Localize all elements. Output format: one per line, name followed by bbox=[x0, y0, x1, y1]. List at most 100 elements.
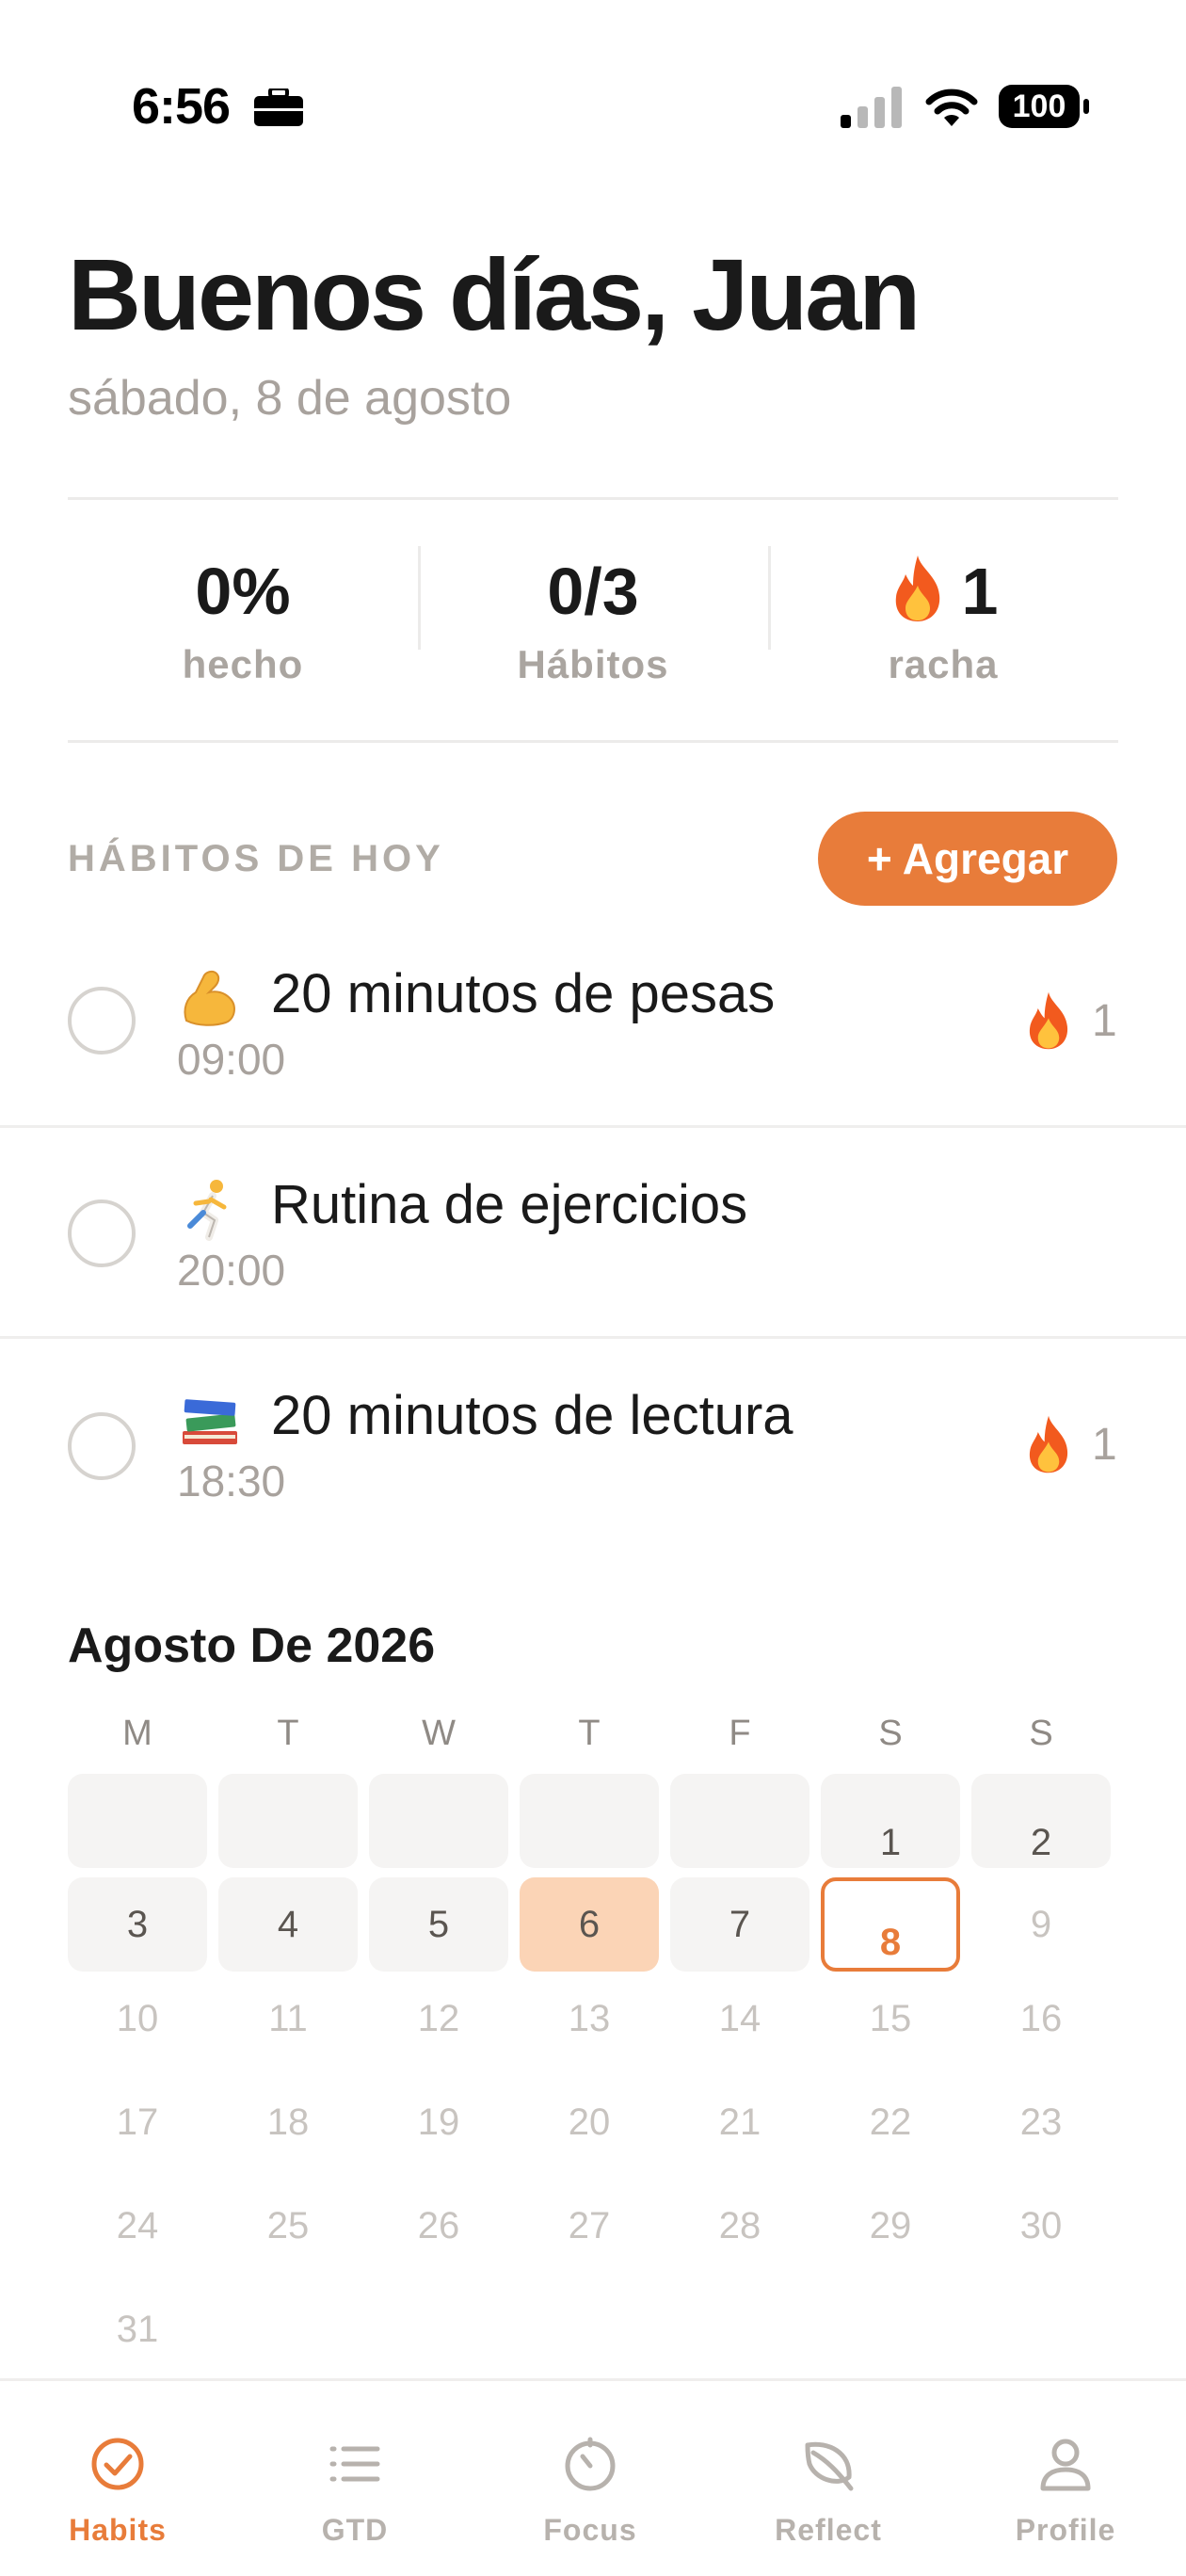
calendar-day[interactable]: 24 bbox=[68, 2179, 207, 2273]
calendar-day[interactable]: 12 bbox=[369, 1972, 508, 2066]
stat-value: 0% bbox=[195, 555, 291, 628]
running-person-icon bbox=[187, 1180, 227, 1241]
tab-bar: Habits GTD Focus Reflect Profile bbox=[0, 2378, 1186, 2576]
stats-summary: 0% hecho 0/3 Hábitos 1 racha bbox=[68, 527, 1118, 697]
calendar-day[interactable]: 1 bbox=[821, 1774, 960, 1868]
habit-streak: 1 bbox=[1022, 990, 1117, 1051]
calendar-day[interactable]: 21 bbox=[670, 2075, 809, 2169]
habit-checkbox[interactable] bbox=[68, 1199, 136, 1267]
calendar-day[interactable]: 30 bbox=[971, 2179, 1111, 2273]
tab-reflect[interactable]: Reflect bbox=[734, 2381, 922, 2551]
habit-time: 09:00 bbox=[177, 1035, 286, 1084]
habit-row[interactable]: 20 minutos de pesas 09:00 1 bbox=[0, 917, 1186, 1128]
date-subtitle: sábado, 8 de agosto bbox=[68, 371, 512, 426]
calendar-day[interactable]: 3 bbox=[68, 1877, 207, 1972]
flame-icon bbox=[895, 555, 939, 621]
weekday-label: F bbox=[729, 1714, 751, 1753]
divider bbox=[68, 497, 1118, 500]
calendar-title: Agosto De 2026 bbox=[68, 1618, 436, 1673]
stat-label: Hábitos bbox=[517, 642, 669, 686]
calendar-day[interactable]: 28 bbox=[670, 2179, 809, 2273]
briefcase-icon bbox=[254, 89, 303, 126]
calendar-day[interactable]: 6 bbox=[520, 1877, 659, 1972]
weekday-label: M bbox=[122, 1714, 152, 1753]
calendar-day[interactable]: 19 bbox=[369, 2075, 508, 2169]
tab-focus[interactable]: Focus bbox=[496, 2381, 684, 2551]
flame-icon bbox=[1029, 1415, 1068, 1473]
status-time: 6:56 bbox=[132, 78, 231, 135]
calendar-day[interactable]: 15 bbox=[821, 1972, 960, 2066]
greeting-title: Buenos días, Juan bbox=[68, 237, 921, 351]
calendar-day[interactable]: 7 bbox=[670, 1877, 809, 1972]
timer-icon bbox=[565, 2437, 616, 2491]
habit-row[interactable]: 20 minutos de lectura 18:30 1 bbox=[0, 1339, 1186, 1550]
calendar-day[interactable]: 11 bbox=[218, 1972, 358, 2066]
stat-value: 0/3 bbox=[547, 555, 639, 628]
calendar-day[interactable]: 4 bbox=[218, 1877, 358, 1972]
calendar-empty-cell bbox=[68, 1774, 207, 1868]
calendar-day[interactable]: 16 bbox=[971, 1972, 1111, 2066]
stat-value: 1 bbox=[768, 554, 1118, 629]
calendar-day[interactable]: 13 bbox=[520, 1972, 659, 2066]
person-icon bbox=[1040, 2439, 1091, 2491]
calendar-day[interactable]: 23 bbox=[971, 2075, 1111, 2169]
calendar-day[interactable]: 18 bbox=[218, 2075, 358, 2169]
weekday-label: S bbox=[1029, 1714, 1053, 1753]
add-habit-button[interactable]: + Agregar bbox=[818, 812, 1117, 906]
calendar-empty-cell bbox=[670, 1774, 809, 1868]
habit-row[interactable]: Rutina de ejercicios 20:00 bbox=[0, 1128, 1186, 1339]
flame-icon bbox=[1029, 991, 1068, 1050]
calendar-day[interactable]: 9 bbox=[971, 1877, 1111, 1972]
battery-icon: 100 bbox=[998, 84, 1090, 129]
leaf-icon bbox=[805, 2441, 854, 2491]
stat-habits: 0/3 Hábitos bbox=[418, 527, 768, 697]
habit-time: 20:00 bbox=[177, 1246, 286, 1295]
tab-habits[interactable]: Habits bbox=[24, 2381, 212, 2551]
calendar-day[interactable]: 10 bbox=[68, 1972, 207, 2066]
tab-profile[interactable]: Profile bbox=[971, 2381, 1160, 2551]
calendar-day[interactable]: 14 bbox=[670, 1972, 809, 2066]
stat-label: hecho bbox=[182, 642, 304, 686]
tab-gtd[interactable]: GTD bbox=[261, 2381, 449, 2551]
tab-label: Profile bbox=[1015, 2513, 1116, 2547]
habit-streak: 1 bbox=[1022, 1414, 1117, 1474]
weekday-label: W bbox=[422, 1714, 456, 1753]
tab-label: Reflect bbox=[775, 2513, 882, 2547]
calendar-day-today[interactable]: 8 bbox=[821, 1877, 960, 1972]
calendar-day[interactable]: 27 bbox=[520, 2179, 659, 2273]
streak-count: 1 bbox=[1092, 1419, 1117, 1470]
weekday-label: T bbox=[277, 1714, 299, 1753]
calendar-day[interactable]: 17 bbox=[68, 2075, 207, 2169]
calendar-day[interactable]: 29 bbox=[821, 2179, 960, 2273]
stat-streak: 1 racha bbox=[768, 527, 1118, 697]
divider bbox=[68, 740, 1118, 743]
signal-icon bbox=[841, 87, 902, 128]
streak-count: 1 bbox=[1092, 995, 1117, 1046]
weekday-label: T bbox=[578, 1714, 601, 1753]
wifi-icon bbox=[925, 89, 978, 126]
calendar-day[interactable]: 25 bbox=[218, 2179, 358, 2273]
section-title: HÁBITOS DE HOY bbox=[68, 838, 444, 879]
tab-label: GTD bbox=[321, 2513, 389, 2547]
calendar-day[interactable]: 22 bbox=[821, 2075, 960, 2169]
habit-time: 18:30 bbox=[177, 1457, 286, 1505]
calendar-empty-cell bbox=[369, 1774, 508, 1868]
stat-label: racha bbox=[888, 642, 999, 686]
calendar-empty-cell bbox=[520, 1774, 659, 1868]
tab-label: Habits bbox=[69, 2513, 167, 2547]
habit-name: 20 minutos de lectura bbox=[271, 1385, 793, 1446]
calendar-day[interactable]: 31 bbox=[68, 2282, 207, 2376]
habit-checkbox[interactable] bbox=[68, 987, 136, 1055]
books-icon bbox=[183, 1399, 237, 1444]
calendar-empty-cell bbox=[218, 1774, 358, 1868]
calendar-day[interactable]: 20 bbox=[520, 2075, 659, 2169]
calendar-day[interactable]: 26 bbox=[369, 2179, 508, 2273]
habit-name: 20 minutos de pesas bbox=[271, 963, 776, 1024]
calendar-day[interactable]: 2 bbox=[971, 1774, 1111, 1868]
check-circle-icon bbox=[91, 2438, 144, 2490]
list-icon bbox=[329, 2446, 380, 2482]
habit-checkbox[interactable] bbox=[68, 1412, 136, 1480]
tab-label: Focus bbox=[543, 2513, 637, 2547]
calendar-day[interactable]: 5 bbox=[369, 1877, 508, 1972]
battery-level: 100 bbox=[1012, 89, 1066, 124]
